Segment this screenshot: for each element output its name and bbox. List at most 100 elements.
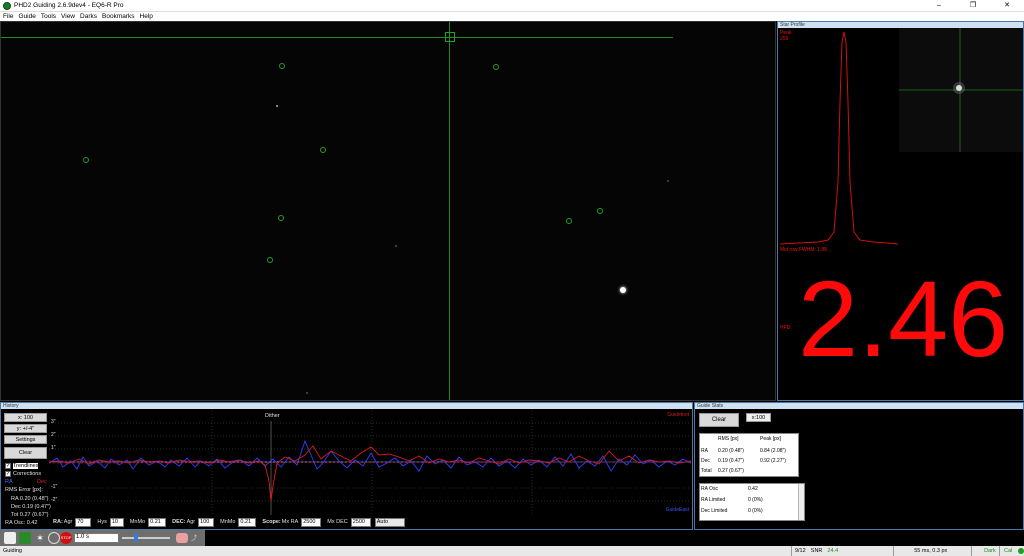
- trendlines-checkbox-row[interactable]: ✓ Trendlines: [5, 463, 39, 469]
- menu-guide[interactable]: Guide: [18, 13, 35, 20]
- clear-history-button[interactable]: Clear: [4, 447, 47, 459]
- y-tick: 3": [51, 419, 56, 425]
- stats-table: RMS [px] Peak [px] RA 0.20 (0.48") 0.84 …: [699, 433, 799, 477]
- dec-agr-input[interactable]: 100: [198, 517, 215, 527]
- corrections-checkbox-row[interactable]: ✓ Corrections: [5, 471, 41, 477]
- stop-icon[interactable]: STOP: [60, 532, 72, 544]
- extra-name: Dec Limited: [701, 508, 728, 514]
- brain-icon[interactable]: [176, 533, 188, 543]
- fwhm-label: Mid row FWHM: 1.88: [780, 247, 827, 253]
- dec-mnmo-label: MnMo: [220, 519, 236, 525]
- mxdec-label: Mx DEC: [327, 519, 348, 525]
- bottom-toolbar: ✶ STOP 1.0 s ⤴: [0, 530, 1024, 546]
- y-scale-button[interactable]: y: +/-4": [4, 424, 47, 433]
- auto-select-star-icon[interactable]: ✶: [34, 532, 46, 544]
- hys-input[interactable]: 10: [109, 517, 124, 527]
- star-marker: [320, 147, 326, 153]
- col-rms-header: RMS [px]: [718, 436, 739, 442]
- star-profile-icon[interactable]: ⤴: [191, 533, 201, 543]
- stats-row-rms: 0.19 (0.47"): [718, 458, 744, 464]
- gamma-slider-track[interactable]: [122, 537, 170, 539]
- y-tick: 1": [51, 445, 56, 451]
- loop-icon[interactable]: [19, 532, 31, 544]
- minimize-button[interactable]: –: [922, 0, 956, 12]
- guide-target-icon[interactable]: [48, 532, 60, 544]
- phd2-logo-icon: [3, 1, 11, 10]
- status-text: Guiding: [3, 548, 22, 554]
- trendlines-label: Trendlines: [13, 463, 39, 469]
- ra-osc: RA Osc: 0.42: [5, 520, 38, 526]
- history-graph-svg: [48, 411, 692, 515]
- ra-agr-label: Agr: [63, 519, 73, 525]
- star-marker: [83, 157, 89, 163]
- exposure-select[interactable]: 1.0 s: [74, 533, 119, 543]
- y-tick: -2": [51, 497, 58, 503]
- stats-row-name: Dec: [701, 458, 710, 464]
- exposure-status: 55 ms, 0.3 px: [914, 548, 948, 554]
- crosshair-horizontal: [1, 37, 673, 38]
- mxra-label: Mx RA: [281, 519, 299, 525]
- status-bar: Guiding 9/12 SNR 24.4 55 ms, 0.3 px Dark…: [0, 546, 1024, 556]
- menu-help[interactable]: Help: [140, 13, 153, 20]
- menu-file[interactable]: File: [3, 13, 13, 20]
- profile-plot: [779, 28, 1023, 245]
- scope-label: Scope:: [262, 519, 281, 525]
- stats-row-peak: 0.84 (2.08"): [760, 448, 786, 454]
- ra-controls-label: RA:: [53, 519, 63, 525]
- camera-frame[interactable]: [0, 21, 776, 401]
- rms-ra: RA 0.20 (0.48"): [11, 496, 49, 502]
- connection-led-icon: [1018, 548, 1024, 554]
- extra-value: 0 (0%): [748, 508, 763, 514]
- mxdec-input[interactable]: 2500: [350, 517, 371, 527]
- x-scale-button[interactable]: x: 100: [4, 413, 47, 422]
- settings-button[interactable]: Settings: [4, 435, 47, 444]
- dec-mnmo-input[interactable]: 0.21: [238, 517, 257, 527]
- stats-scrollbar[interactable]: [798, 484, 804, 520]
- stats-row-peak: 0.92 (2.27"): [760, 458, 786, 464]
- ra-mnmo-input[interactable]: 0.21: [148, 517, 167, 527]
- legend-bottom: GuideEast: [665, 507, 689, 513]
- star-marker: [279, 63, 285, 69]
- menu-view[interactable]: View: [61, 13, 75, 20]
- star-point: [276, 105, 278, 107]
- star-marker: [278, 215, 284, 221]
- dec-controls-label: DEC:: [172, 519, 186, 525]
- dec-legend: Dec: [37, 479, 47, 485]
- corrections-checkbox[interactable]: ✓: [5, 471, 11, 477]
- mxra-input[interactable]: 2500: [301, 517, 322, 527]
- cal-status: Cal: [1004, 548, 1013, 554]
- col-peak-header: Peak [px]: [760, 436, 781, 442]
- snr-label: SNR: [810, 548, 823, 554]
- history-header: History: [1, 403, 692, 409]
- hys-label: Hys: [97, 519, 107, 525]
- close-button[interactable]: ✕: [990, 0, 1024, 12]
- guide-stats-header: Guide Stats: [695, 403, 1023, 409]
- gamma-slider-thumb[interactable]: [134, 534, 138, 542]
- hfd-value: 2.46: [798, 258, 1009, 379]
- stats-extra-list: RA Osc 0.42 RA Limited 0 (0%) Dec Limite…: [699, 483, 805, 521]
- history-panel: History x: 100 y: +/-4" Settings Clear ✓…: [0, 402, 693, 530]
- star-marker: [566, 218, 572, 224]
- star-point: [667, 180, 669, 182]
- history-graph: 3" 2" 1" -1" -2" Dither Guidefoot GuideE…: [48, 411, 692, 515]
- stats-x-select[interactable]: x:100: [746, 413, 771, 422]
- trendlines-checkbox[interactable]: ✓: [5, 463, 11, 469]
- dec-mode-select[interactable]: Auto: [374, 517, 405, 527]
- ra-agr-input[interactable]: 70: [75, 517, 92, 527]
- maximize-button[interactable]: ❐: [956, 0, 990, 12]
- extra-name: RA Limited: [701, 497, 726, 503]
- dither-label: Dither: [265, 413, 280, 419]
- frames-count: 9/12: [794, 548, 806, 554]
- corrections-label: Corrections: [13, 471, 42, 477]
- menu-tools[interactable]: Tools: [41, 13, 56, 20]
- menu-darks[interactable]: Darks: [80, 13, 97, 20]
- ra-legend: RA: [5, 479, 13, 485]
- use-camera-icon[interactable]: [4, 532, 16, 544]
- clear-stats-button[interactable]: Clear: [699, 413, 739, 427]
- y-tick: -1": [51, 484, 58, 490]
- snr-value: 24.4: [827, 548, 839, 554]
- menu-bar: File Guide Tools View Darks Bookmarks He…: [0, 12, 1024, 21]
- star-marker: [267, 257, 273, 263]
- star-point: [306, 392, 308, 394]
- menu-bookmarks[interactable]: Bookmarks: [102, 13, 135, 20]
